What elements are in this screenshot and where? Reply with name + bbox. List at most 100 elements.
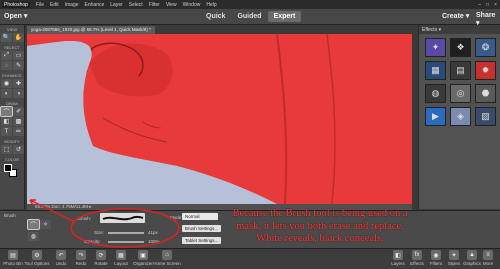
home-icon: ⌂ bbox=[162, 250, 172, 260]
size-value[interactable]: 41px bbox=[148, 230, 158, 235]
effect-thumbnail[interactable]: ✦ bbox=[425, 38, 446, 57]
effect-thumbnail[interactable]: ▤ bbox=[450, 61, 471, 80]
menu-layer[interactable]: Layer bbox=[110, 2, 123, 8]
opacity-label: Opacity: bbox=[84, 239, 101, 244]
mode-guided[interactable]: Guided bbox=[231, 11, 267, 22]
effect-thumbnail[interactable]: ❖ bbox=[450, 38, 471, 57]
layout-icon: ▦ bbox=[116, 250, 126, 260]
move-tool-icon[interactable]: ⤢ bbox=[1, 51, 12, 60]
styles-icon: ✦ bbox=[449, 250, 459, 260]
menu-edit[interactable]: Edit bbox=[50, 2, 59, 8]
menu-file[interactable]: File bbox=[36, 2, 44, 8]
menu-bar: Photoshop File Edit Image Enhance Layer … bbox=[0, 0, 500, 9]
straighten-tool-icon[interactable]: ↺ bbox=[13, 145, 24, 154]
lasso-tool-icon[interactable]: ◌ bbox=[1, 61, 12, 70]
opacity-value[interactable]: 100% bbox=[148, 239, 160, 244]
brush-tool-icon[interactable]: ⌒ bbox=[0, 106, 13, 117]
tool-options-button[interactable]: ⚙ Tool Options bbox=[25, 250, 50, 266]
gradient-tool-icon[interactable]: ▩ bbox=[13, 117, 24, 126]
zoom-tool-icon[interactable]: 🔍 bbox=[1, 33, 12, 42]
menu-enhance[interactable]: Enhance bbox=[85, 2, 105, 8]
opacity-slider[interactable] bbox=[108, 241, 144, 243]
section-enhance-label: ENHANCE bbox=[2, 73, 22, 78]
size-label: Size: bbox=[94, 230, 105, 235]
effect-thumbnail[interactable]: ◍ bbox=[425, 84, 446, 103]
more-button[interactable]: ≡ More bbox=[476, 250, 500, 266]
rotate-icon: ⟳ bbox=[96, 250, 106, 260]
photo-with-mask bbox=[27, 34, 412, 204]
effects-panel: Effects ▾ ✦ ❖ ❂ ▦ ▤ ✹ ◍ ◎ ⬣ ▶ ◈ ▧ bbox=[418, 25, 500, 209]
undo-icon: ↶ bbox=[56, 250, 66, 260]
image-canvas[interactable] bbox=[27, 34, 412, 204]
effect-thumbnail[interactable]: ▧ bbox=[475, 107, 496, 126]
minimize-icon[interactable]: – bbox=[478, 2, 481, 8]
mode-switcher: Quick Guided Expert bbox=[200, 11, 302, 22]
menu-window[interactable]: Window bbox=[183, 2, 201, 8]
panel-header[interactable]: Effects ▾ bbox=[419, 25, 500, 34]
effect-thumbnail[interactable]: ▦ bbox=[425, 61, 446, 80]
tutorial-annotation: Because the Brush tool is being used on … bbox=[232, 208, 408, 244]
organizer-button[interactable]: ▣ Organizer bbox=[131, 250, 155, 266]
options-section-label: Brush bbox=[4, 213, 16, 218]
color-swatches[interactable] bbox=[4, 164, 20, 178]
maximize-icon[interactable]: □ bbox=[486, 2, 489, 8]
quick-selection-tool-icon[interactable]: ✎ bbox=[13, 61, 24, 70]
menu-image[interactable]: Image bbox=[65, 2, 79, 8]
brush-settings-button[interactable]: Brush Settings... bbox=[182, 225, 222, 232]
brush-preset-picker[interactable] bbox=[100, 213, 145, 223]
document-tab[interactable]: yoga-2087666_1920.jpg @ 66.7% (Level 1, … bbox=[27, 26, 155, 34]
photo-bin-icon: ▤ bbox=[8, 250, 18, 260]
menu-view[interactable]: View bbox=[166, 2, 177, 8]
layout-button[interactable]: ▦ Layout bbox=[109, 250, 133, 266]
red-eye-tool-icon[interactable]: ◉ bbox=[1, 79, 12, 88]
effect-thumbnail[interactable]: ◈ bbox=[450, 107, 471, 126]
home-screen-button[interactable]: ⌂ Home Screen bbox=[153, 250, 181, 266]
mode-quick[interactable]: Quick bbox=[200, 11, 231, 22]
bottom-taskbar: ▤ Photo Bin ⚙ Tool Options ↶ Undo ↷ Redo… bbox=[0, 248, 500, 269]
mode-bar: Open ▾ Quick Guided Expert Create ▾ Shar… bbox=[0, 9, 500, 27]
brush-mode-icon[interactable]: ⌒ bbox=[27, 219, 40, 230]
organizer-icon: ▣ bbox=[138, 250, 148, 260]
menu-select[interactable]: Select bbox=[129, 2, 143, 8]
tools-panel: VIEW 🔍 ✋ SELECT ⤢ ▭ ◌ ✎ ENHANCE ◉ ✚ ◐ ◑ … bbox=[0, 25, 25, 209]
healing-brush-tool-icon[interactable]: ✚ bbox=[13, 79, 24, 88]
marquee-tool-icon[interactable]: ▭ bbox=[13, 51, 24, 60]
redo-icon: ↷ bbox=[76, 250, 86, 260]
brush-label: Brush: bbox=[78, 216, 92, 221]
effect-thumbnail[interactable]: ❂ bbox=[475, 38, 496, 57]
impressionist-brush-icon[interactable]: ✧ bbox=[40, 220, 51, 229]
tablet-settings-button[interactable]: Tablet Settings... bbox=[182, 237, 222, 244]
window-controls: – □ × bbox=[478, 2, 500, 8]
mode-expert[interactable]: Expert bbox=[267, 11, 302, 22]
blend-mode-select[interactable]: Normal bbox=[182, 213, 218, 220]
foreground-color-swatch[interactable] bbox=[4, 164, 12, 172]
create-button[interactable]: Create ▾ bbox=[442, 12, 469, 20]
paint-bucket-tool-icon[interactable]: ◧ bbox=[1, 117, 12, 126]
section-color-label: COLOR bbox=[4, 157, 20, 162]
more-icon: ≡ bbox=[483, 250, 493, 260]
menu-filter[interactable]: Filter bbox=[149, 2, 160, 8]
effect-thumbnail[interactable]: ◎ bbox=[450, 84, 471, 103]
effect-thumbnail[interactable]: ▶ bbox=[425, 107, 446, 126]
layers-icon: ◧ bbox=[393, 250, 403, 260]
type-tool-icon[interactable]: T bbox=[1, 127, 12, 136]
effect-thumbnail[interactable]: ✹ bbox=[475, 61, 496, 80]
eraser-tool-icon[interactable]: ✏ bbox=[13, 127, 24, 136]
open-button[interactable]: Open ▾ bbox=[4, 12, 27, 20]
mode-label: Mode: bbox=[170, 215, 183, 220]
crop-tool-icon[interactable]: ⬚ bbox=[1, 145, 12, 154]
menu-help[interactable]: Help bbox=[206, 2, 216, 8]
close-icon[interactable]: × bbox=[494, 2, 497, 8]
effects-icon: fx bbox=[412, 250, 422, 260]
pencil-tool-icon[interactable]: ✐ bbox=[13, 107, 24, 116]
clone-stamp-tool-icon[interactable]: ◑ bbox=[13, 89, 24, 98]
color-replacement-brush-icon[interactable]: ◍ bbox=[28, 232, 39, 241]
hand-tool-icon[interactable]: ✋ bbox=[13, 33, 24, 42]
smart-brush-tool-icon[interactable]: ◐ bbox=[1, 89, 12, 98]
filters-icon: ◉ bbox=[431, 250, 441, 260]
tool-options-icon: ⚙ bbox=[32, 250, 42, 260]
size-slider[interactable] bbox=[108, 232, 144, 234]
app-logo: Photoshop bbox=[2, 1, 30, 8]
effect-thumbnail[interactable]: ⬣ bbox=[475, 84, 496, 103]
photo-bin-button[interactable]: ▤ Photo Bin bbox=[1, 250, 25, 266]
